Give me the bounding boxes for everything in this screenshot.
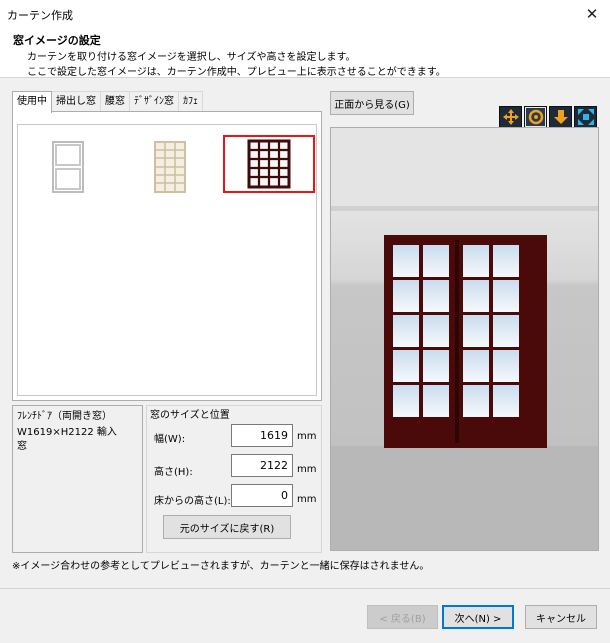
glass-pane [463,245,489,277]
width-label: 幅(W): [154,434,186,445]
tab-in-use[interactable]: 使用中 [12,91,52,113]
glass-pane [423,280,449,312]
height-label: 高さ(H): [154,467,193,478]
width-input[interactable]: 1619 [231,424,293,447]
window-name: ﾌﾚﾝﾁﾄﾞｱ（両開き窓） [17,411,112,422]
floor-height-unit: mm [297,494,317,505]
page-title: 窓イメージの設定 [13,34,101,47]
preview-note: ※イメージ合わせの参考としてプレビューされますが、カーテンと一緒に保存はされませ… [12,561,430,572]
description-line-1: カーテンを取り付ける窓イメージを選択し、サイズや高さを設定します。 [27,52,356,63]
tab-cafe[interactable]: ｶﾌｪ [178,91,203,112]
glass-pane [393,350,419,382]
glass-pane [493,280,519,312]
window-thumbnail-list [17,124,317,396]
thumbnail-beige-grid-window[interactable] [154,141,186,193]
thumbnail-white-double-hung-window[interactable] [52,141,84,193]
glass-pane [463,315,489,347]
rotate-icon[interactable] [524,106,547,128]
window-category-tabs: 使用中 掃出し窓 腰窓 ﾃﾞｻﾞｲﾝ窓 ｶﾌｪ [12,91,203,113]
glass-pane [393,315,419,347]
tab-sliding-window[interactable]: 掃出し窓 [51,91,101,112]
preview-toolbar [499,106,597,128]
thumbnail-french-door-window[interactable] [223,135,315,193]
cancel-button[interactable]: キャンセル [525,605,597,629]
glass-pane [493,385,519,417]
glass-pane [423,245,449,277]
footer-separator [0,588,610,589]
glass-pane [393,245,419,277]
down-arrow-icon[interactable] [549,106,572,128]
floor-height-input[interactable]: 0 [231,484,293,507]
window-size-text: W1619×H2122 輸入 [17,427,117,438]
glass-pane [423,350,449,382]
floor-height-label: 床からの高さ(L): [154,496,231,507]
description-line-2: ここで設定した窓イメージは、カーテン作成中、プレビュー上に表示させることができま… [27,67,446,78]
close-icon[interactable]: ✕ [580,2,604,26]
title-bar: カーテン作成 ✕ [0,0,610,29]
glass-pane [423,385,449,417]
glass-pane [493,350,519,382]
tab-design-window[interactable]: ﾃﾞｻﾞｲﾝ窓 [129,91,179,112]
glass-pane [463,385,489,417]
move-arrows-icon[interactable] [499,106,522,128]
reset-size-button[interactable]: 元のサイズに戻す(R) [163,515,291,539]
wizard-header: 窓イメージの設定 カーテンを取り付ける窓イメージを選択し、サイズや高さを設定しま… [0,29,610,78]
tab-panel [12,111,322,401]
height-unit: mm [297,464,317,475]
size-group-title: 窓のサイズと位置 [150,406,233,421]
glass-pane [463,280,489,312]
glass-pane [393,385,419,417]
glass-pane [423,315,449,347]
glass-pane [493,315,519,347]
window-info-box: ﾌﾚﾝﾁﾄﾞｱ（両開き窓） W1619×H2122 輸入 窓 [12,405,143,553]
next-button[interactable]: 次へ(N) > [442,605,514,629]
back-button[interactable]: < 戻る(B) [367,605,438,629]
preview-window [384,235,547,448]
height-input[interactable]: 2122 [231,454,293,477]
glass-pane [463,350,489,382]
tab-waist-window[interactable]: 腰窓 [100,91,130,112]
window-title: カーテン作成 [7,9,73,22]
window-size-text-2: 窓 [17,441,27,452]
glass-pane [493,245,519,277]
glass-pane [393,280,419,312]
width-unit: mm [297,431,317,442]
front-view-button[interactable]: 正面から見る(G) [330,91,414,115]
fit-view-icon[interactable] [574,106,597,128]
window-preview [330,127,599,551]
